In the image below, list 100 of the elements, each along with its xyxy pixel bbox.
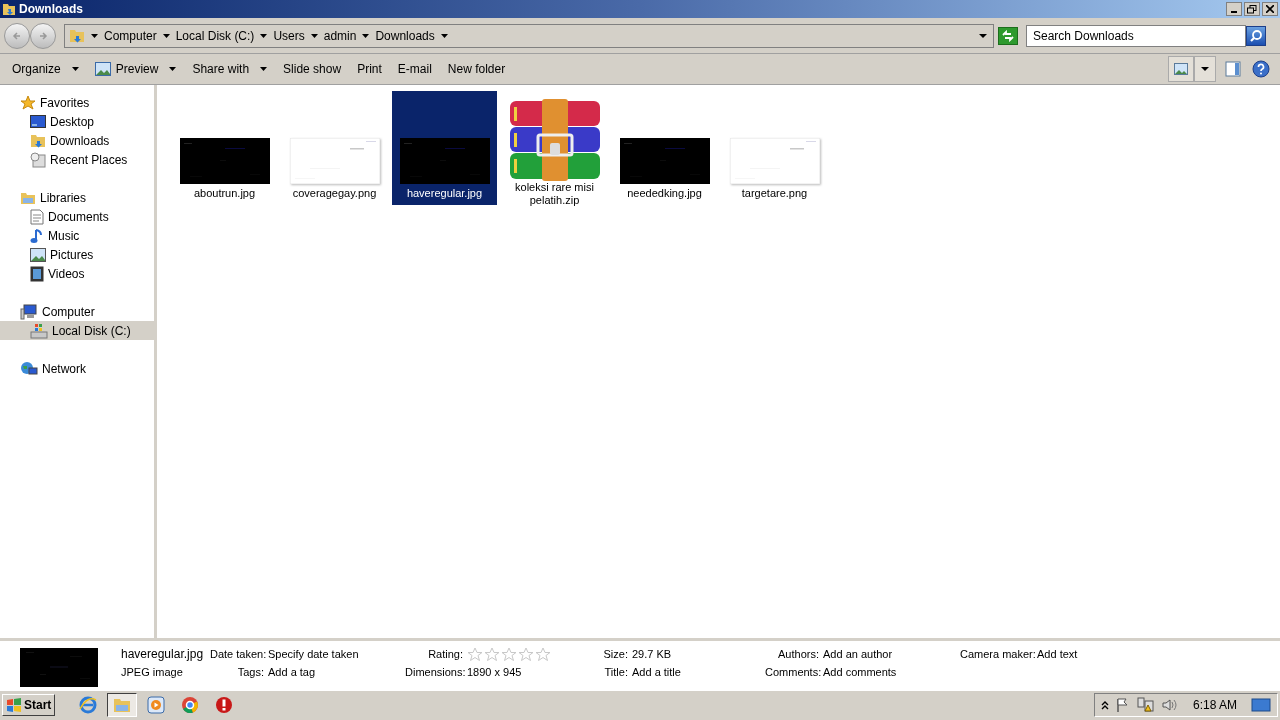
nav-item[interactable]: Favorites bbox=[0, 93, 154, 112]
nav-item[interactable]: Pictures bbox=[0, 245, 154, 264]
caret-icon[interactable] bbox=[310, 33, 318, 38]
property-value[interactable]: Add text bbox=[1037, 646, 1078, 663]
nav-item[interactable]: Recent Places bbox=[0, 150, 154, 169]
search-button[interactable] bbox=[1246, 25, 1266, 46]
minimize-button[interactable] bbox=[1226, 2, 1242, 16]
computer-icon bbox=[20, 303, 38, 320]
close-icon bbox=[1266, 5, 1274, 13]
folder-icon bbox=[2, 2, 16, 16]
file-item[interactable]: koleksi rare misi pelatih.zip bbox=[502, 91, 607, 205]
file-name: haveregular.jpg bbox=[405, 187, 484, 200]
file-item[interactable]: aboutrun.jpg bbox=[172, 91, 277, 205]
caret-icon[interactable] bbox=[979, 33, 987, 38]
nav-item[interactable]: Libraries bbox=[0, 188, 154, 207]
file-item[interactable]: targetare.png bbox=[722, 91, 827, 205]
folder-icon bbox=[30, 132, 46, 149]
property-value[interactable]: 1890 x 945 bbox=[467, 664, 522, 681]
rating-star-icon[interactable] bbox=[467, 647, 483, 662]
archive-icon bbox=[507, 99, 602, 181]
address-bar[interactable]: Computer Local Disk (C:) Users admin Downloads bbox=[64, 23, 994, 48]
caret-icon[interactable] bbox=[260, 33, 268, 38]
nav-item[interactable]: Music bbox=[0, 226, 154, 245]
breadcrumb[interactable]: admin bbox=[323, 26, 357, 45]
toolbar-button[interactable]: Preview bbox=[86, 57, 185, 81]
toolbar-button[interactable]: Share with bbox=[184, 57, 276, 81]
nav-item[interactable]: Documents bbox=[0, 207, 154, 226]
property-value[interactable]: Add an author bbox=[823, 646, 893, 663]
rating-star-icon[interactable] bbox=[484, 647, 500, 662]
browser-e-icon bbox=[79, 695, 98, 714]
nav-item[interactable]: Computer bbox=[0, 302, 154, 321]
nav-item[interactable]: Downloads bbox=[0, 131, 154, 150]
refresh-button[interactable] bbox=[998, 26, 1018, 45]
preview-pane-button[interactable] bbox=[1222, 58, 1244, 80]
view-button[interactable] bbox=[1168, 56, 1194, 82]
breadcrumb[interactable]: Local Disk (C:) bbox=[175, 26, 255, 45]
file-name: haveregular.jpg bbox=[121, 647, 205, 662]
property-label: Dimensions: bbox=[405, 665, 467, 681]
clock[interactable]: 6:18 AM bbox=[1192, 695, 1237, 714]
view-dropdown-button[interactable] bbox=[1194, 56, 1216, 82]
search-field[interactable]: Search Downloads bbox=[1026, 24, 1246, 47]
rating-star-icon[interactable] bbox=[535, 647, 551, 662]
taskbar-button[interactable] bbox=[107, 692, 138, 717]
breadcrumb[interactable]: Computer bbox=[104, 26, 157, 45]
picture-frame-icon bbox=[94, 62, 111, 76]
property-label: Camera maker: bbox=[960, 647, 1037, 663]
network-globe-icon bbox=[20, 360, 38, 377]
property-label: Size: bbox=[602, 647, 629, 663]
file-item[interactable]: coveragegay.png bbox=[282, 91, 387, 205]
property-value[interactable]: 29.7 KB bbox=[632, 646, 672, 663]
caret-icon[interactable] bbox=[169, 67, 177, 71]
property-value[interactable]: Add a tag bbox=[268, 664, 316, 681]
breadcrumb[interactable]: Downloads bbox=[375, 26, 435, 45]
back-arrow-icon bbox=[12, 30, 22, 41]
nav-item[interactable]: Local Disk (C:) bbox=[0, 321, 154, 340]
restore-button[interactable] bbox=[1244, 2, 1260, 16]
toolbar-button[interactable]: E-mail bbox=[389, 57, 440, 81]
caret-icon[interactable] bbox=[260, 67, 268, 71]
drive-icon bbox=[30, 322, 48, 339]
caret-icon bbox=[1201, 67, 1209, 71]
caret-icon[interactable] bbox=[71, 67, 79, 71]
picture-icon bbox=[1174, 63, 1188, 75]
file-name: coveragegay.png bbox=[291, 187, 378, 200]
desktop-icon bbox=[30, 114, 46, 129]
nav-item[interactable]: Desktop bbox=[0, 112, 154, 131]
start-button[interactable]: Start bbox=[2, 693, 56, 716]
caret-icon[interactable] bbox=[91, 33, 98, 38]
property-value[interactable]: Add comments bbox=[823, 664, 897, 681]
star-icon bbox=[20, 94, 36, 111]
toolbar-button[interactable]: Organize bbox=[4, 57, 87, 81]
property-value[interactable]: Specify date taken bbox=[268, 646, 359, 663]
chrome-icon bbox=[181, 695, 200, 714]
property-label: Tags: bbox=[236, 665, 265, 681]
network-icon[interactable] bbox=[1136, 696, 1155, 713]
file-name: aboutrun.jpg bbox=[192, 187, 257, 200]
toolbar-button[interactable]: Slide show bbox=[275, 57, 350, 81]
toolbar-button[interactable]: Print bbox=[349, 57, 390, 81]
film-icon bbox=[30, 265, 44, 282]
close-button[interactable] bbox=[1262, 2, 1278, 16]
show-desktop-icon[interactable] bbox=[1251, 696, 1271, 713]
rating-star-icon[interactable] bbox=[518, 647, 534, 662]
property-value[interactable]: Add a title bbox=[632, 664, 681, 681]
property-label: Authors: bbox=[777, 647, 820, 663]
breadcrumb[interactable]: Users bbox=[273, 26, 305, 45]
file-name: koleksi rare misi pelatih.zip bbox=[514, 181, 595, 207]
toolbar-button[interactable]: New folder bbox=[439, 57, 514, 81]
help-button[interactable] bbox=[1250, 58, 1272, 80]
caret-icon[interactable] bbox=[362, 33, 370, 38]
file-item[interactable]: haveregular.jpg bbox=[392, 91, 497, 205]
caret-icon[interactable] bbox=[162, 33, 170, 38]
speaker-icon[interactable] bbox=[1160, 696, 1179, 713]
caret-icon[interactable] bbox=[440, 33, 448, 38]
property-label: Comments: bbox=[765, 665, 823, 681]
file-item[interactable]: neededking.jpg bbox=[612, 91, 717, 205]
media-player-icon bbox=[147, 695, 166, 714]
nav-item[interactable]: Videos bbox=[0, 264, 154, 283]
rating-star-icon[interactable] bbox=[501, 647, 517, 662]
property-label: Rating: bbox=[427, 647, 464, 663]
chevron-up-icon[interactable] bbox=[1100, 699, 1109, 710]
nav-item[interactable]: Network bbox=[0, 359, 154, 378]
